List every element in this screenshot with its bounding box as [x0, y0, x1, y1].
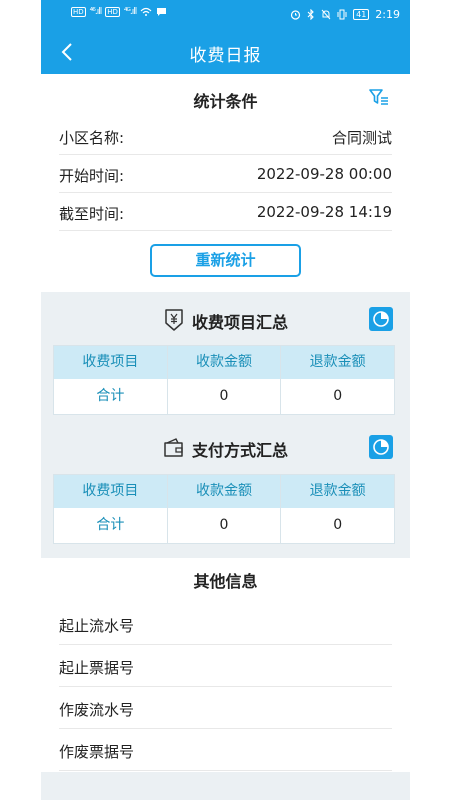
payment-summary-header: 支付方式汇总: [41, 433, 410, 463]
info-row-receipt-range: 起止票据号: [59, 645, 392, 687]
fee-summary-title: 收费项目汇总: [192, 313, 289, 332]
info-label: 起止票据号: [59, 659, 135, 677]
table-cell-item: 合计: [54, 379, 168, 414]
status-right: 41 2:19: [290, 8, 400, 21]
wallet-icon: [164, 438, 183, 457]
condition-row-end-time: 截至时间: 2022-09-28 14:19: [59, 193, 392, 231]
yuan-shield-icon: [165, 309, 183, 331]
sim2-badge: HD: [105, 7, 120, 17]
condition-row-start-time: 开始时间: 2022-09-28 00:00: [59, 155, 392, 193]
alarm-icon: [291, 10, 301, 20]
info-row-serial-range: 起止流水号: [59, 603, 392, 645]
bluetooth-icon: [307, 9, 314, 20]
fee-summary-table: 收费项目 收款金额 退款金额 合计 0 0: [53, 345, 395, 415]
info-row-void-receipt: 作废票据号: [59, 729, 392, 771]
app-screen: HD ⁴⁶.ıll HD ⁴ᴳ.ıll 41 2:19 收费日报 统计条件 小区…: [41, 0, 410, 800]
table-cell-item: 合计: [54, 508, 168, 543]
condition-value: 2022-09-28 00:00: [256, 165, 392, 183]
table-header-row: 收费项目 收款金额 退款金额: [54, 475, 394, 508]
fee-summary-header: 收费项目汇总: [41, 305, 410, 335]
info-row-void-serial: 作废流水号: [59, 687, 392, 729]
condition-row-community: 小区名称: 合同测试: [59, 117, 392, 155]
filter-button[interactable]: [368, 87, 390, 107]
summary-section: 收费项目汇总 收费项目 收款金额 退款金额 合计 0 0 支付方式汇总 收费项目…: [41, 292, 410, 558]
condition-label: 小区名称:: [59, 129, 125, 147]
table-row: 合计 0 0: [54, 379, 394, 414]
table-header-cell: 收款金额: [168, 346, 282, 379]
status-bar: HD ⁴⁶.ıll HD ⁴ᴳ.ıll 41 2:19: [41, 0, 410, 30]
table-header-cell: 收款金额: [168, 475, 282, 508]
signal-icon: ⁴⁶.ıll: [89, 7, 103, 17]
sim1-badge: HD: [71, 7, 86, 17]
vibrate-icon: [337, 9, 347, 20]
info-label: 作废票据号: [59, 743, 135, 761]
bottom-spacer: [41, 772, 410, 800]
nav-bar: 收费日报: [41, 30, 410, 74]
info-label: 起止流水号: [59, 617, 135, 635]
wifi-icon: [140, 7, 152, 16]
mute-icon: [321, 9, 331, 20]
other-info-title: 其他信息: [193, 572, 258, 591]
info-label: 作废流水号: [59, 701, 135, 719]
signal-icon: ⁴ᴳ.ıll: [123, 7, 137, 17]
page-title: 收费日报: [189, 46, 262, 66]
table-header-cell: 收费项目: [54, 475, 168, 508]
table-cell-refunded: 0: [333, 517, 343, 533]
status-left: HD ⁴⁶.ıll HD ⁴ᴳ.ıll: [71, 7, 167, 17]
condition-value: 2022-09-28 14:19: [256, 203, 392, 221]
fee-chart-button[interactable]: [369, 307, 393, 331]
table-header-row: 收费项目 收款金额 退款金额: [54, 346, 394, 379]
pie-chart-icon: [373, 439, 389, 455]
table-cell-received: 0: [168, 379, 282, 414]
table-cell-received: 0: [168, 508, 282, 543]
pie-chart-icon: [373, 311, 389, 327]
table-cell-refunded: 0: [333, 388, 343, 404]
table-header-cell: 退款金额: [309, 483, 366, 499]
condition-label: 截至时间:: [59, 205, 125, 223]
table-header-cell: 退款金额: [309, 354, 366, 370]
payment-summary-table: 收费项目 收款金额 退款金额 合计 0 0: [53, 474, 395, 544]
payment-summary-title: 支付方式汇总: [192, 441, 289, 460]
conditions-title: 统计条件: [193, 92, 258, 111]
filter-icon: [369, 89, 388, 105]
table-header-cell: 收费项目: [54, 346, 168, 379]
status-time: 2:19: [375, 8, 400, 21]
battery-indicator: 41: [353, 9, 370, 20]
recount-button[interactable]: 重新统计: [150, 244, 301, 277]
message-icon: [157, 8, 167, 16]
condition-value: 合同测试: [331, 129, 392, 147]
payment-chart-button[interactable]: [369, 435, 393, 459]
table-row: 合计 0 0: [54, 508, 394, 543]
condition-label: 开始时间:: [59, 167, 125, 185]
